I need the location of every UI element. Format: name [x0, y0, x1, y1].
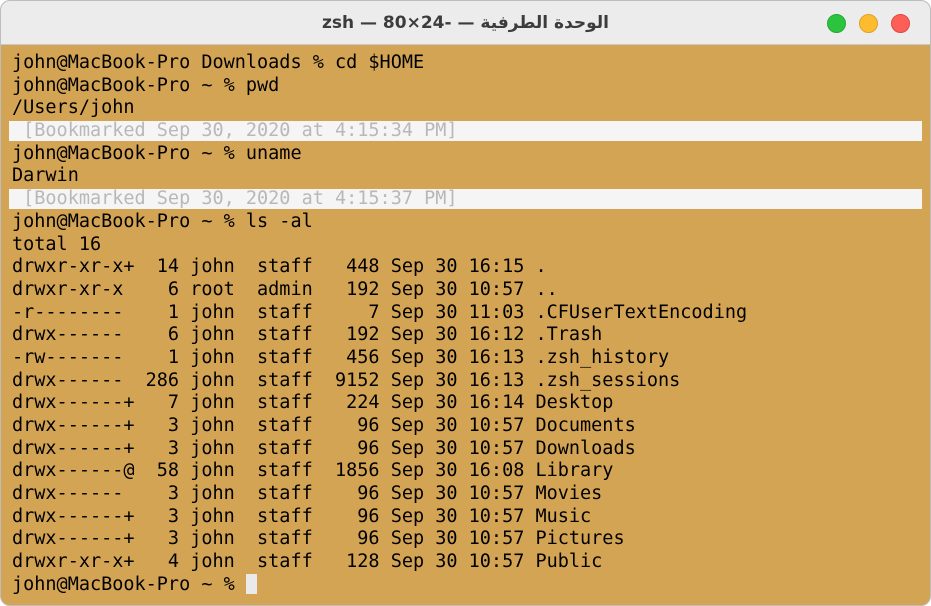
terminal-line: total 16	[12, 233, 102, 255]
minimize-button[interactable]	[859, 14, 878, 33]
listing-row: drwx------ 3 john staff 96 Sep 30 10:57 …	[12, 483, 603, 505]
text-cursor	[245, 573, 257, 594]
listing-row: -rw------- 1 john staff 456 Sep 30 16:13…	[12, 346, 670, 368]
listing-row: drwx------+ 7 john staff 224 Sep 30 16:1…	[12, 392, 614, 414]
listing-row: -r-------- 1 john staff 7 Sep 30 11:03 .…	[12, 301, 748, 323]
terminal-line: /Users/john	[12, 97, 135, 119]
listing-row: drwx------+ 3 john staff 96 Sep 30 10:57…	[12, 528, 625, 550]
listing-row: drwxr-xr-x+ 14 john staff 448 Sep 30 16:…	[12, 256, 547, 278]
terminal-line: john@MacBook-Pro Downloads % cd $HOME	[12, 52, 425, 73]
bookmark-marker: [Bookmarked Sep 30, 2020 at 4:15:34 PM]	[9, 121, 922, 142]
listing-row: drwx------@ 58 john staff 1856 Sep 30 16…	[12, 460, 614, 482]
title-bar[interactable]: الوحدة الطرفية — -zsh — 80×24	[1, 1, 930, 45]
window-controls	[827, 14, 917, 34]
bookmark-marker: [Bookmarked Sep 30, 2020 at 4:15:37 PM]	[9, 189, 922, 210]
terminal-window: الوحدة الطرفية — -zsh — 80×24 john@MacBo…	[0, 0, 931, 606]
terminal-line: john@MacBook-Pro ~ % pwd	[12, 74, 280, 96]
zoom-button[interactable]	[827, 14, 846, 33]
terminal-output[interactable]: john@MacBook-Pro Downloads % cd $HOME jo…	[1, 52, 930, 597]
prompt-text: john@MacBook-Pro ~ %	[12, 573, 246, 595]
listing-row: drwx------ 6 john staff 192 Sep 30 16:12…	[12, 324, 603, 346]
close-button[interactable]	[891, 14, 910, 33]
listing-row: drwx------+ 3 john staff 96 Sep 30 10:57…	[12, 437, 636, 459]
terminal-line: john@MacBook-Pro ~ % ls -al	[12, 210, 313, 232]
command-prompt-line[interactable]: john@MacBook-Pro ~ %	[1, 573, 930, 597]
listing-row: drwx------+ 3 john staff 96 Sep 30 10:57…	[12, 505, 592, 527]
terminal-line: john@MacBook-Pro ~ % uname	[12, 142, 302, 164]
listing-row: drwx------ 286 john staff 9152 Sep 30 16…	[12, 369, 681, 391]
window-title: الوحدة الطرفية — -zsh — 80×24	[321, 13, 610, 33]
listing-row: drwxr-xr-x+ 4 john staff 128 Sep 30 10:5…	[12, 551, 603, 573]
listing-row: drwx------+ 3 john staff 96 Sep 30 10:57…	[12, 415, 636, 436]
terminal-line: Darwin	[12, 165, 79, 187]
listing-row: drwxr-xr-x 6 root admin 192 Sep 30 10:57…	[12, 278, 558, 300]
